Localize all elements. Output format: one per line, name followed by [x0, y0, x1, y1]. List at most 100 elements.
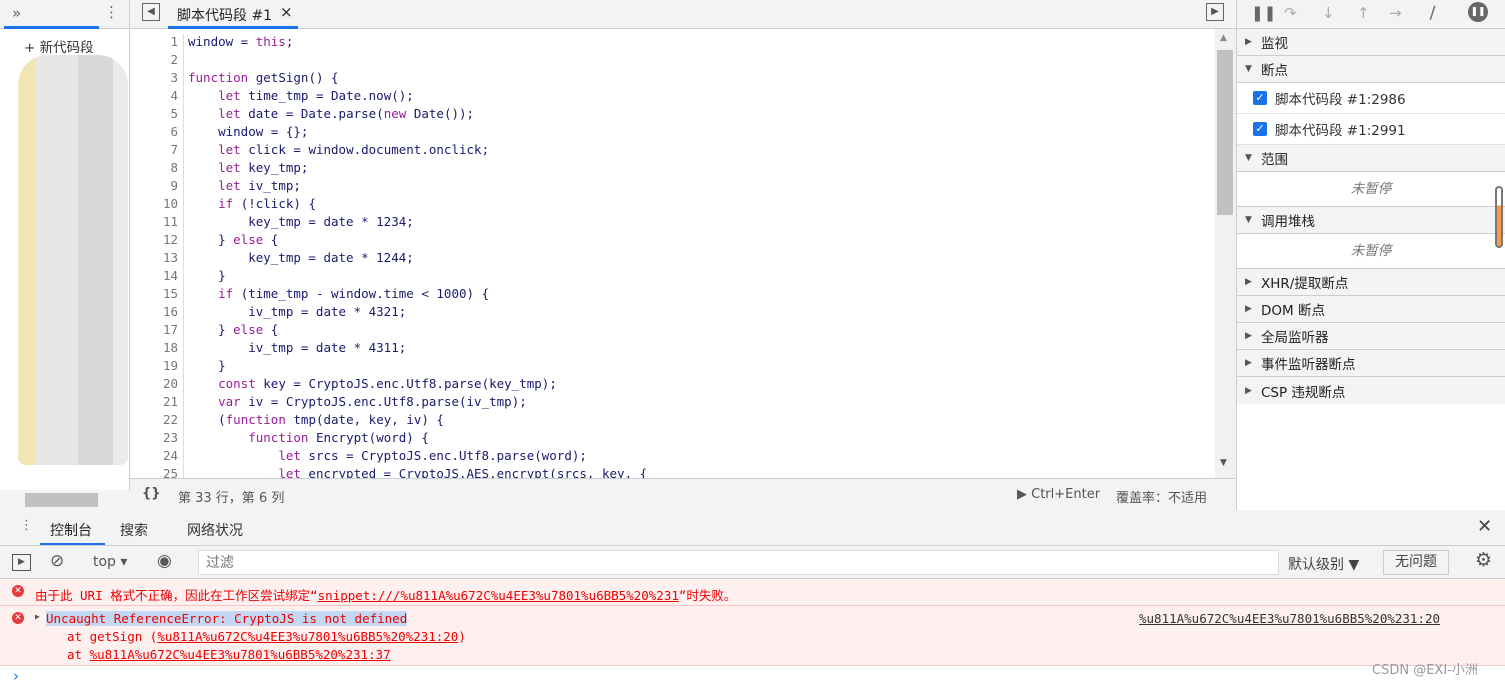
issues-button[interactable]: 无问题 — [1383, 550, 1449, 575]
blurred-image — [18, 55, 128, 465]
breakpoint-item[interactable]: ✓ 脚本代码段 #1:2991 — [1237, 114, 1505, 145]
console-settings-gear-icon[interactable]: ⚙ — [1475, 549, 1492, 571]
line-number[interactable]: 5 — [130, 106, 178, 121]
error-title[interactable]: Uncaught ReferenceError: CryptoJS is not… — [46, 611, 408, 626]
section-xhr-breakpoints[interactable]: ▶ XHR/提取断点 — [1237, 269, 1505, 296]
line-number[interactable]: 9 — [130, 178, 178, 193]
error-source-link[interactable]: %u811A%u672C%u4EE3%u7801%u6BB5%20%231:20 — [1139, 611, 1440, 626]
code-line: window = {}; — [188, 124, 309, 139]
error-icon: ✕ — [12, 612, 24, 624]
line-number[interactable]: 25 — [130, 466, 178, 478]
more-options-icon[interactable]: ⋮ — [104, 3, 119, 21]
snippet-link[interactable]: snippet:///%u811A%u672C%u4EE3%u7801%u6BB… — [318, 588, 679, 603]
code-line: if (time_tmp - window.time < 1000) { — [218, 286, 490, 301]
line-number[interactable]: 17 — [130, 322, 178, 337]
pause-on-exceptions-icon[interactable]: ❚❚ — [1468, 2, 1488, 22]
stack-link[interactable]: %u811A%u672C%u4EE3%u7801%u6BB5%20%231:20 — [157, 629, 458, 644]
line-number[interactable]: 8 — [130, 160, 178, 175]
section-dom-breakpoints[interactable]: ▶ DOM 断点 — [1237, 296, 1505, 323]
close-tab-icon[interactable]: × — [280, 3, 293, 21]
line-number[interactable]: 21 — [130, 394, 178, 409]
step-into-icon[interactable]: ↓ — [1322, 4, 1335, 22]
code-line: if (!click) { — [218, 196, 316, 211]
clear-console-icon[interactable]: ⊘ — [50, 551, 64, 571]
code-editor: ◀ 脚本代码段 #1 × ▶ 1 window = this; 2 3 function… — [130, 0, 1236, 510]
debugger-sidebar: ❚❚ ↷ ↓ ↑ → ⧸ ❚❚ ▶ 监视 ▼ 断点 ✓ 脚本代码段 #1:2986 ✓… — [1236, 0, 1505, 510]
scope-not-paused: 未暂停 — [1237, 172, 1505, 207]
toggle-debugger-icon[interactable]: ▶ — [1206, 3, 1224, 21]
pause-icon[interactable]: ❚❚ — [1251, 4, 1276, 22]
show-sidebar-icon[interactable]: ▶ — [12, 554, 31, 571]
code-line: key_tmp = date * 1234; — [188, 214, 414, 229]
step-over-icon[interactable]: ↷ — [1284, 4, 1297, 22]
drawer-menu-icon[interactable]: ⋮ — [20, 518, 33, 533]
section-watch[interactable]: ▶ 监视 — [1237, 29, 1505, 56]
section-csp-breakpoints[interactable]: ▶ CSP 违规断点 — [1237, 377, 1505, 404]
line-number[interactable]: 22 — [130, 412, 178, 427]
line-number[interactable]: 1 — [130, 34, 178, 49]
line-number[interactable]: 6 — [130, 124, 178, 139]
deactivate-breakpoints-icon[interactable]: ⧸ — [1430, 4, 1435, 22]
line-number[interactable]: 19 — [130, 358, 178, 373]
line-number[interactable]: 10 — [130, 196, 178, 211]
step-icon[interactable]: → — [1389, 4, 1402, 22]
run-snippet-button[interactable]: ▶ Ctrl+Enter — [1017, 487, 1100, 502]
line-number[interactable]: 15 — [130, 286, 178, 301]
line-number[interactable]: 12 — [130, 232, 178, 247]
line-number[interactable]: 4 — [130, 88, 178, 103]
step-out-icon[interactable]: ↑ — [1357, 4, 1370, 22]
checkbox-checked[interactable]: ✓ — [1253, 122, 1267, 136]
line-number[interactable]: 23 — [130, 430, 178, 445]
tab-search[interactable]: 搜索 — [120, 520, 148, 540]
error-icon: ✕ — [12, 585, 24, 597]
code-line: const key = CryptoJS.enc.Utf8.parse(key_… — [218, 376, 557, 391]
tab-snippet-1[interactable]: 脚本代码段 #1 × — [168, 0, 298, 29]
section-global-listeners[interactable]: ▶ 全局监听器 — [1237, 323, 1505, 350]
checkbox-checked[interactable]: ✓ — [1253, 91, 1267, 105]
close-drawer-icon[interactable]: ✕ — [1477, 516, 1492, 537]
editor-status-bar: {} 第 33 行，第 6 列 ▶ Ctrl+Enter 覆盖率：不适用 — [130, 478, 1236, 510]
code-line: } — [188, 268, 226, 283]
line-number[interactable]: 2 — [130, 52, 178, 67]
line-number[interactable]: 20 — [130, 376, 178, 391]
console-prompt[interactable]: › — [13, 667, 19, 685]
line-number[interactable]: 13 — [130, 250, 178, 265]
sidebar-scrollbar[interactable] — [1495, 186, 1503, 248]
line-number[interactable]: 24 — [130, 448, 178, 463]
code-line: } — [188, 358, 226, 373]
line-number[interactable]: 18 — [130, 340, 178, 355]
log-level-selector[interactable]: 默认级别 ▼ — [1288, 554, 1359, 574]
pretty-print-button[interactable]: {} — [142, 486, 161, 501]
stack-link[interactable]: %u811A%u672C%u4EE3%u7801%u6BB5%20%231:37 — [90, 647, 391, 662]
section-event-listener-breakpoints[interactable]: ▶ 事件监听器断点 — [1237, 350, 1505, 377]
code-line: let encrypted = CryptoJS.AES.encrypt(src… — [278, 466, 648, 478]
filter-input[interactable] — [198, 550, 1279, 575]
line-number[interactable]: 16 — [130, 304, 178, 319]
line-number[interactable]: 7 — [130, 142, 178, 157]
horizontal-scrollbar[interactable] — [0, 490, 130, 510]
tab-network-conditions[interactable]: 网络状况 — [187, 520, 243, 540]
line-number[interactable]: 11 — [130, 214, 178, 229]
line-number[interactable]: 14 — [130, 268, 178, 283]
tab-console[interactable]: 控制台 — [40, 510, 105, 545]
context-selector[interactable]: top ▾ — [93, 554, 127, 570]
code-line: } else { — [188, 232, 279, 247]
code-area[interactable]: 1 window = this; 2 3 function getSign() {4 l… — [130, 34, 1215, 478]
editor-tabbar: ◀ 脚本代码段 #1 × ▶ — [130, 0, 1236, 29]
line-number[interactable]: 3 — [130, 70, 178, 85]
section-scope[interactable]: ▼ 范围 — [1237, 145, 1505, 172]
expand-icon[interactable]: ▶ — [35, 612, 40, 621]
section-call-stack[interactable]: ▼ 调用堆栈 — [1237, 207, 1505, 234]
toggle-navigator-icon[interactable]: ◀ — [142, 3, 160, 21]
vertical-scrollbar[interactable]: ▲ ▼ — [1215, 29, 1236, 478]
new-snippet-button[interactable]: + 新代码段 — [24, 36, 94, 56]
more-tabs-icon[interactable]: » — [12, 4, 21, 22]
section-breakpoints[interactable]: ▼ 断点 — [1237, 56, 1505, 83]
code-line: let date = Date.parse(new Date()); — [218, 106, 475, 121]
live-expression-eye-icon[interactable]: ◉ — [157, 551, 172, 571]
snippets-navigator: » ⋮ + 新代码段 — [0, 0, 130, 510]
breakpoint-item[interactable]: ✓ 脚本代码段 #1:2986 — [1237, 83, 1505, 114]
console-toolbar: ▶ ⊘ top ▾ ◉ 默认级别 ▼ 无问题 ⚙ — [0, 546, 1505, 579]
coverage-status: 覆盖率：不适用 — [1116, 491, 1208, 506]
code-line: key_tmp = date * 1244; — [188, 250, 414, 265]
